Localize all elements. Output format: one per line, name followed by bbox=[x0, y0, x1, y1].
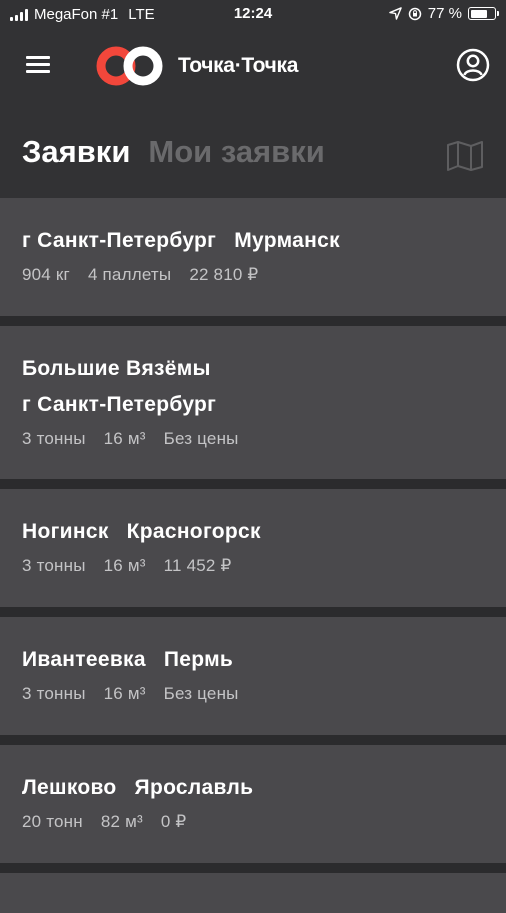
logo-text: Точка·Точка bbox=[178, 54, 299, 77]
order-details: 904 кг 4 паллеты 22 810 ₽ bbox=[22, 265, 484, 285]
route-to: Мурманск bbox=[234, 229, 340, 252]
route-from: г Санкт-Петербург bbox=[22, 229, 217, 252]
order-price: 22 810 ₽ bbox=[189, 265, 259, 284]
order-card[interactable]: Лешково Ярославль 20 тонн 82 м³ 0 ₽ bbox=[0, 745, 506, 863]
battery-fill bbox=[470, 9, 488, 18]
route-to: г Санкт-Петербург bbox=[22, 393, 217, 416]
order-price: Без цены bbox=[163, 429, 239, 448]
logo-rings-icon bbox=[96, 46, 163, 86]
route-to: Пермь bbox=[163, 648, 234, 671]
route-to: Ярославль bbox=[134, 776, 254, 799]
order-weight: 3 тонны bbox=[22, 684, 86, 703]
order-weight: 904 кг bbox=[22, 265, 70, 284]
battery-icon bbox=[468, 7, 499, 20]
order-weight: 3 тонны bbox=[22, 429, 86, 448]
order-details: 3 тонны 16 м³ Без цены bbox=[22, 684, 484, 704]
order-route: Ногинск Красногорск bbox=[22, 514, 484, 550]
app-logo: Точка·Точка bbox=[96, 46, 298, 86]
order-volume: 82 м³ bbox=[100, 812, 143, 831]
app-header: Точка·Точка Заявки Мои заявки bbox=[0, 30, 506, 200]
battery-percent: 77 % bbox=[427, 5, 462, 22]
rotation-lock-icon bbox=[408, 7, 422, 20]
order-route: Ивантеевка Пермь bbox=[22, 642, 484, 678]
route-from: Лешково bbox=[22, 776, 117, 799]
order-card[interactable]: Ногинск Красногорск 3 тонны 16 м³ 11 452 ₽ bbox=[0, 489, 506, 607]
tab-orders[interactable]: Заявки bbox=[22, 134, 130, 170]
route-to: Красногорск bbox=[126, 520, 261, 543]
order-card[interactable]: г Санкт-Петербург Мурманск 904 кг 4 паллет… bbox=[0, 198, 506, 316]
tab-my-orders[interactable]: Мои заявки bbox=[148, 134, 324, 170]
order-details: 3 тонны 16 м³ Без цены bbox=[22, 429, 484, 449]
route-from: Ногинск bbox=[22, 520, 109, 543]
profile-button[interactable] bbox=[456, 48, 490, 82]
order-route: Большие Вязёмы г Санкт-Петербург bbox=[22, 351, 484, 423]
map-button[interactable] bbox=[446, 140, 484, 172]
order-details: 20 тонн 82 м³ 0 ₽ bbox=[22, 812, 484, 832]
order-weight: 20 тонн bbox=[22, 812, 83, 831]
tab-bar: Заявки Мои заявки bbox=[22, 134, 325, 170]
order-price: 11 452 ₽ bbox=[163, 556, 232, 575]
location-arrow-icon bbox=[389, 7, 402, 20]
menu-button[interactable] bbox=[26, 56, 52, 74]
order-weight: 3 тонны bbox=[22, 556, 86, 575]
order-card[interactable]: Большие Вязёмы г Санкт-Петербург 3 тонны 1… bbox=[0, 326, 506, 479]
route-from: Ивантеевка bbox=[22, 648, 146, 671]
user-icon bbox=[456, 48, 490, 82]
order-price: 0 ₽ bbox=[160, 812, 187, 831]
order-details: 3 тонны 16 м³ 11 452 ₽ bbox=[22, 556, 484, 576]
order-volume: 16 м³ bbox=[103, 684, 146, 703]
order-route: Лешково Ярославль bbox=[22, 770, 484, 806]
route-from: Большие Вязёмы bbox=[22, 357, 211, 380]
order-volume: 16 м³ bbox=[103, 429, 146, 448]
status-bar: MegaFon #1 LTE 12:24 77 % bbox=[0, 0, 506, 30]
order-price: Без цены bbox=[163, 684, 239, 703]
status-right: 77 % bbox=[389, 5, 499, 22]
order-route: г Санкт-Петербург Мурманск bbox=[22, 223, 484, 259]
order-card[interactable]: Ивантеевка Пермь 3 тонны 16 м³ Без цены bbox=[0, 617, 506, 735]
order-volume: 4 паллеты bbox=[87, 265, 172, 284]
order-volume: 16 м³ bbox=[103, 556, 146, 575]
orders-list: г Санкт-Петербург Мурманск 904 кг 4 паллет… bbox=[0, 198, 506, 913]
order-card-partial[interactable] bbox=[0, 873, 506, 913]
map-icon bbox=[447, 141, 483, 171]
